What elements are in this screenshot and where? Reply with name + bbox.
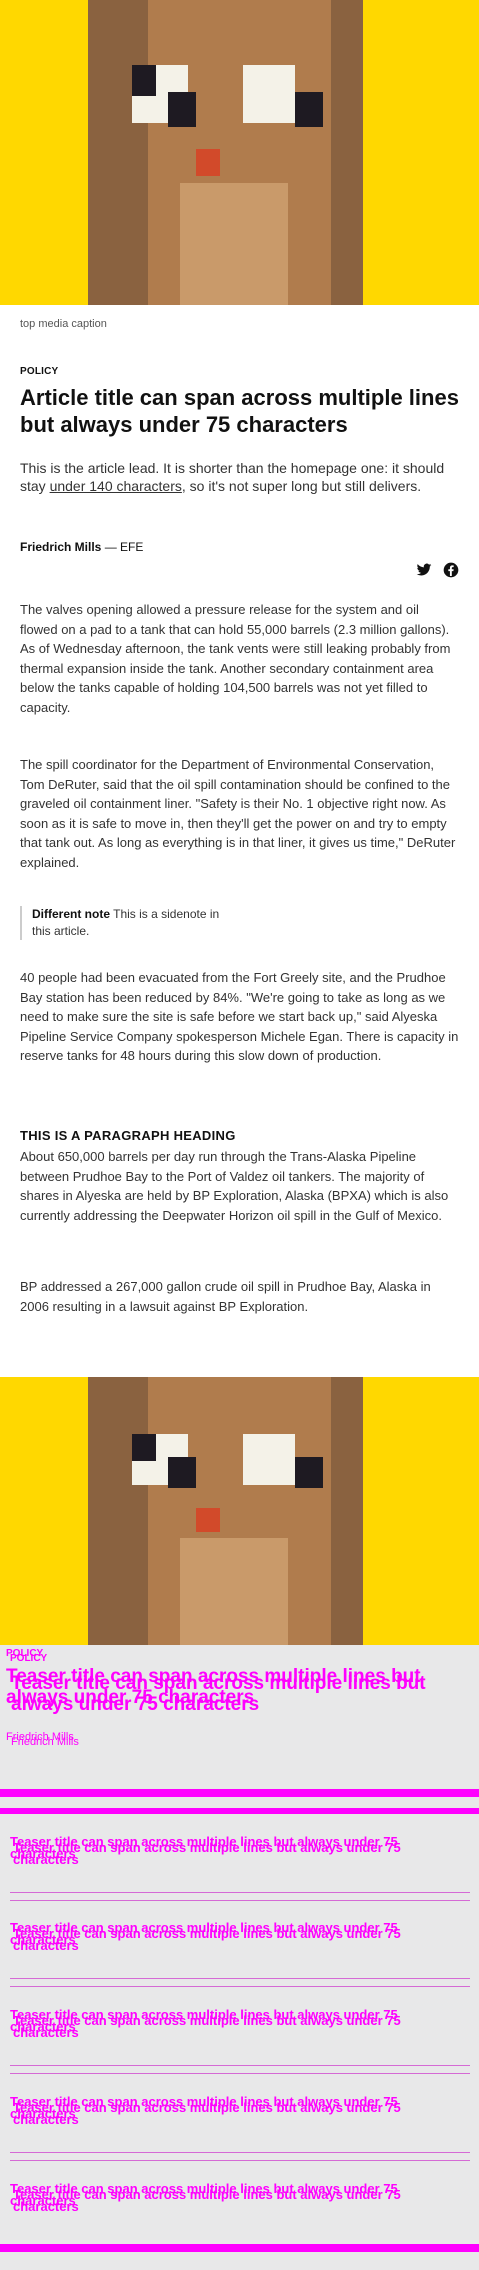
article-paragraph: 40 people had been evacuated from the Fo… — [20, 970, 459, 1063]
teaser-hero-image[interactable] — [0, 1377, 479, 1645]
pixel-block — [131, 1433, 156, 1461]
teaser-hero-author-duplicate: Friedrich Mills — [11, 1736, 79, 1748]
pixel-block — [295, 1457, 324, 1489]
teaser-title-duplicate: Teaser title can span across multiple li… — [13, 2100, 401, 2127]
teaser-title-duplicate: Teaser title can span across multiple li… — [13, 2187, 401, 2214]
pixel-block — [179, 1537, 288, 1645]
teaser-item[interactable]: Teaser title can span across multiple li… — [10, 1921, 470, 2002]
teaser-item[interactable]: Teaser title can span across multiple li… — [10, 2095, 470, 2176]
teaser-divider — [10, 2160, 470, 2161]
teaser-hero-kicker-duplicate: POLICY — [10, 1653, 48, 1664]
section-divider — [0, 1808, 479, 1814]
teaser-item[interactable]: Teaser title can span across multiple li… — [10, 1835, 470, 1916]
article-paragraph: About 650,000 barrels per day run throug… — [20, 1149, 449, 1223]
pixel-block — [243, 1433, 296, 1485]
lead-link[interactable]: under 140 characters — [50, 478, 182, 494]
teaser-divider — [10, 2073, 470, 2074]
twitter-icon[interactable] — [416, 562, 432, 578]
teaser-title-duplicate: Teaser title can span across multiple li… — [13, 2013, 401, 2040]
teaser-title-duplicate: Teaser title can span across multiple li… — [13, 1840, 401, 1867]
pixel-block — [167, 1457, 196, 1489]
teaser-title-duplicate: Teaser title can span across multiple li… — [13, 1926, 401, 1953]
author-name[interactable]: Friedrich Mills — [20, 540, 101, 554]
pixel-block — [195, 148, 220, 176]
section-divider — [0, 1789, 479, 1797]
section-divider — [0, 2244, 479, 2252]
pixel-block — [87, 0, 148, 305]
teaser-divider — [10, 2065, 470, 2066]
pixel-block — [331, 0, 364, 305]
pixel-block — [131, 64, 156, 96]
pixel-block — [87, 1377, 148, 1645]
article-lead: This is the article lead. It is shorter … — [20, 459, 460, 495]
article-title: Article title can span across multiple l… — [20, 385, 459, 437]
sidenote: Different note This is a sidenote in thi… — [20, 906, 230, 940]
teaser-divider — [10, 1892, 470, 1893]
agency-name: EFE — [120, 540, 144, 554]
teaser-hero-title-duplicate: Teaser title can span across multiple li… — [11, 1673, 426, 1715]
lead-text-end: , so it's not super long but still deliv… — [181, 478, 422, 494]
article-paragraph: The valves opening allowed a pressure re… — [20, 602, 451, 715]
pixel-block — [295, 91, 324, 127]
top-media-caption: top media caption — [20, 318, 107, 330]
pixel-block — [167, 91, 196, 127]
article-paragraph: BP addressed a 267,000 gallon crude oil … — [20, 1279, 431, 1314]
teaser-divider — [10, 1978, 470, 1979]
paragraph-heading: THIS IS A PARAGRAPH HEADING — [20, 1128, 236, 1143]
pixel-block — [243, 64, 296, 123]
sidenote-label: Different note — [32, 907, 110, 921]
pixel-block — [195, 1507, 220, 1532]
byline: Friedrich Mills — EFE — [20, 540, 143, 554]
teaser-divider — [10, 1986, 470, 1987]
pixel-block — [331, 1377, 364, 1645]
article-paragraph: The spill coordinator for the Department… — [20, 757, 456, 870]
top-media-image — [0, 0, 479, 305]
pixel-block — [179, 183, 288, 305]
byline-separator: — — [101, 540, 121, 554]
teaser-divider — [10, 1900, 470, 1901]
teaser-item[interactable]: Teaser title can span across multiple li… — [10, 2008, 470, 2089]
article-kicker[interactable]: POLICY — [20, 366, 58, 377]
facebook-icon[interactable] — [443, 562, 459, 578]
teaser-divider — [10, 2152, 470, 2153]
